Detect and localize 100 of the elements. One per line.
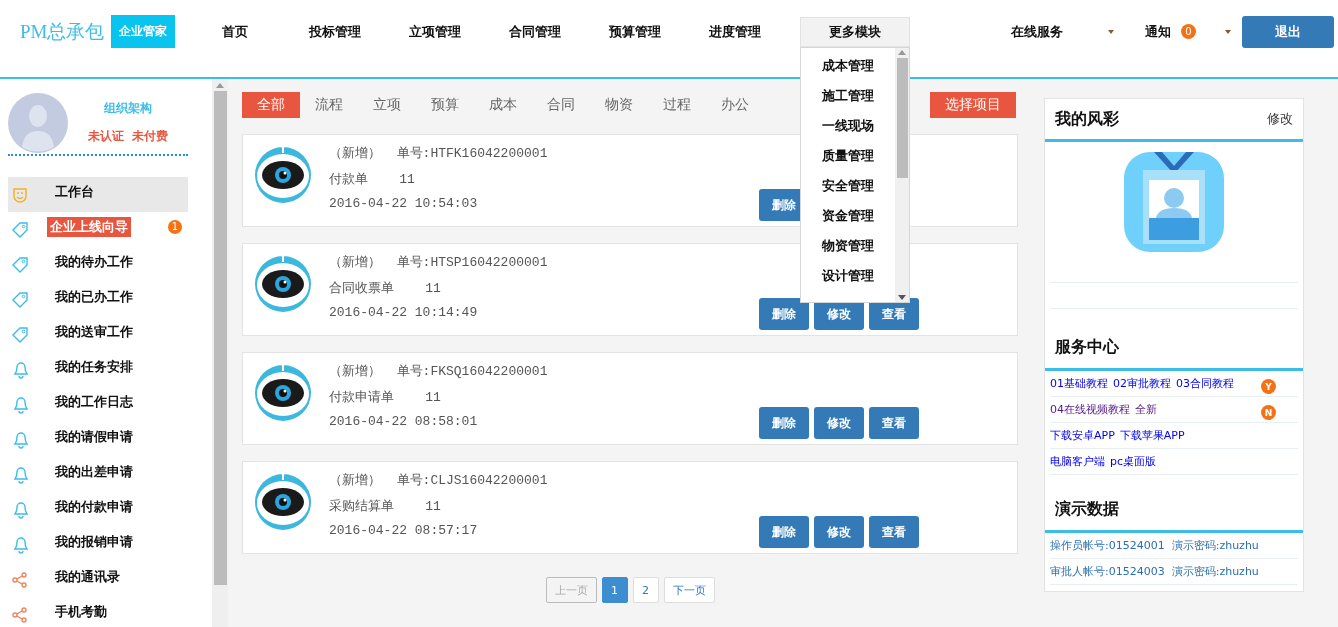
nav-item[interactable]: 首页 xyxy=(185,16,285,47)
logout-button[interactable]: 退出 xyxy=(1242,15,1334,48)
status-badge: Y xyxy=(1261,379,1276,394)
bell-icon xyxy=(11,360,29,379)
action-button[interactable]: 删除 xyxy=(759,407,809,439)
sidebar-item[interactable]: 我的请假申请 xyxy=(8,422,188,457)
sidebar-item[interactable]: 我的报销申请 xyxy=(8,527,188,562)
nav-item[interactable]: 投标管理 xyxy=(285,16,385,47)
tag-icon xyxy=(11,220,29,239)
edit-link[interactable]: 修改 xyxy=(1267,110,1293,128)
bell-icon xyxy=(11,535,29,554)
menu-item[interactable]: 成本管理 xyxy=(801,50,895,81)
menu-item[interactable]: 设计管理 xyxy=(801,260,895,291)
nav-item[interactable]: 预算管理 xyxy=(585,16,685,47)
sidebar-item-label: 我的待办工作 xyxy=(54,252,133,271)
sidebar-item-label: 我的已办工作 xyxy=(54,287,133,306)
record-type: 采购结算单 11 xyxy=(329,498,442,515)
action-button[interactable]: 删除 xyxy=(759,516,809,548)
demo-account-text: 审批人帐号:01524003 演示密码:zhuzhu xyxy=(1050,564,1259,579)
caret-icon[interactable] xyxy=(1224,28,1232,35)
filter-tab[interactable]: 物资 xyxy=(590,92,648,118)
filter-tab[interactable]: 全部 xyxy=(242,92,300,118)
status-label: 未付费 xyxy=(132,129,168,143)
sidebar-item[interactable]: 我的送审工作 xyxy=(8,317,188,352)
record-number: （新增） 单号:FKSQ16042200001 xyxy=(329,363,549,380)
filter-tab[interactable]: 预算 xyxy=(416,92,474,118)
section-title: 演示数据 xyxy=(1055,499,1119,519)
scroll-up-icon[interactable] xyxy=(898,49,906,55)
select-project-button[interactable]: 选择项目 xyxy=(930,92,1016,118)
sidebar-item[interactable]: 我的通讯录 xyxy=(8,562,188,597)
bell-icon xyxy=(11,465,29,484)
page-button[interactable]: 1 xyxy=(601,577,628,603)
sidebar-item[interactable]: 我的工作日志 xyxy=(8,387,188,422)
sidebar-item[interactable]: 我的待办工作 xyxy=(8,247,188,282)
tutorial-link[interactable]: pc桌面版 xyxy=(1110,454,1157,469)
menu-item[interactable]: 施工管理 xyxy=(801,80,895,111)
sidebar-item[interactable]: 我的付款申请 xyxy=(8,492,188,527)
tutorial-link[interactable]: 02审批教程 xyxy=(1113,376,1171,391)
action-button[interactable]: 查看 xyxy=(869,407,919,439)
sidebar-item-label: 工作台 xyxy=(54,182,94,201)
section-title: 服务中心 xyxy=(1055,337,1119,357)
nav-item[interactable]: 立项管理 xyxy=(385,16,485,47)
next-page-button[interactable]: 下一页 xyxy=(663,577,715,603)
notification-menu[interactable]: 通知 xyxy=(1145,22,1171,41)
sidebar-item[interactable]: 我的出差申请 xyxy=(8,457,188,492)
scrollbar[interactable] xyxy=(212,79,228,627)
sidebar-item[interactable]: 手机考勤 xyxy=(8,597,188,627)
action-button[interactable]: 查看 xyxy=(869,516,919,548)
count-badge: 1 xyxy=(168,219,182,234)
action-button[interactable]: 修改 xyxy=(814,407,864,439)
nav-item[interactable]: 合同管理 xyxy=(485,16,585,47)
avatar xyxy=(8,92,68,153)
tutorial-link[interactable]: 下载安卓APP xyxy=(1050,428,1115,443)
notification-count: 0 xyxy=(1181,24,1196,39)
tutorial-link[interactable]: 全新 xyxy=(1135,402,1157,417)
tag-icon xyxy=(11,325,29,344)
filter-tab[interactable]: 立项 xyxy=(358,92,416,118)
menu-item[interactable]: 物资管理 xyxy=(801,230,895,261)
tag-icon xyxy=(11,255,29,274)
record-time: 2016-04-22 10:14:49 xyxy=(329,305,479,322)
demo-account-text: 操作员帐号:01524001 演示密码:zhuzhu xyxy=(1050,538,1259,553)
caret-icon[interactable] xyxy=(1107,28,1115,35)
filter-tab[interactable]: 办公 xyxy=(706,92,764,118)
sidebar-item[interactable]: 企业上线向导 1 xyxy=(8,212,188,247)
online-service-menu[interactable]: 在线服务 xyxy=(1011,22,1063,41)
scrollbar[interactable] xyxy=(895,47,909,302)
sidebar-item[interactable]: 我的已办工作 xyxy=(8,282,188,317)
robot-icon xyxy=(253,471,313,531)
id-badge-icon xyxy=(1124,152,1224,252)
sidebar-item-label: 我的报销申请 xyxy=(54,532,133,551)
sidebar-item[interactable]: 我的任务安排 xyxy=(8,352,188,387)
tutorial-link[interactable]: 03合同教程 xyxy=(1176,376,1234,391)
scroll-up-icon[interactable] xyxy=(216,83,224,88)
filter-tab[interactable]: 合同 xyxy=(532,92,590,118)
record-number: （新增） 单号:HTSP16042200001 xyxy=(329,254,549,271)
panel-title: 我的风彩 xyxy=(1055,108,1119,129)
filter-tab[interactable]: 流程 xyxy=(300,92,358,118)
tutorial-link[interactable]: 04在线视频教程 xyxy=(1050,402,1130,417)
record-number: （新增） 单号:HTFK16042200001 xyxy=(329,145,549,162)
tutorial-link[interactable]: 下载苹果APP xyxy=(1119,428,1185,443)
menu-item[interactable]: 质量管理 xyxy=(801,140,895,171)
tutorial-link[interactable]: 01基础教程 xyxy=(1050,376,1108,391)
nav-item[interactable]: 进度管理 xyxy=(685,16,785,47)
sidebar-item-label: 我的通讯录 xyxy=(54,567,120,586)
filter-tab[interactable]: 成本 xyxy=(474,92,532,118)
record-time: 2016-04-22 08:58:01 xyxy=(329,414,479,431)
sidebar-item[interactable]: 工作台 xyxy=(8,177,188,212)
page-button[interactable]: 2 xyxy=(632,577,659,603)
menu-item[interactable]: 一线现场 xyxy=(801,110,895,141)
smiley-mask-icon xyxy=(11,185,29,204)
status-label: 未认证 xyxy=(88,129,124,143)
sidebar-item-label: 我的送审工作 xyxy=(54,322,133,341)
tutorial-link[interactable]: 电脑客户端 xyxy=(1050,454,1105,469)
scroll-down-icon[interactable] xyxy=(898,294,906,300)
share-icon xyxy=(11,605,29,624)
action-button[interactable]: 删除 xyxy=(759,298,809,330)
filter-tab[interactable]: 过程 xyxy=(648,92,706,118)
sidebar-item-label: 我的付款申请 xyxy=(54,497,133,516)
status-badge: N xyxy=(1261,405,1276,420)
action-button[interactable]: 修改 xyxy=(814,516,864,548)
